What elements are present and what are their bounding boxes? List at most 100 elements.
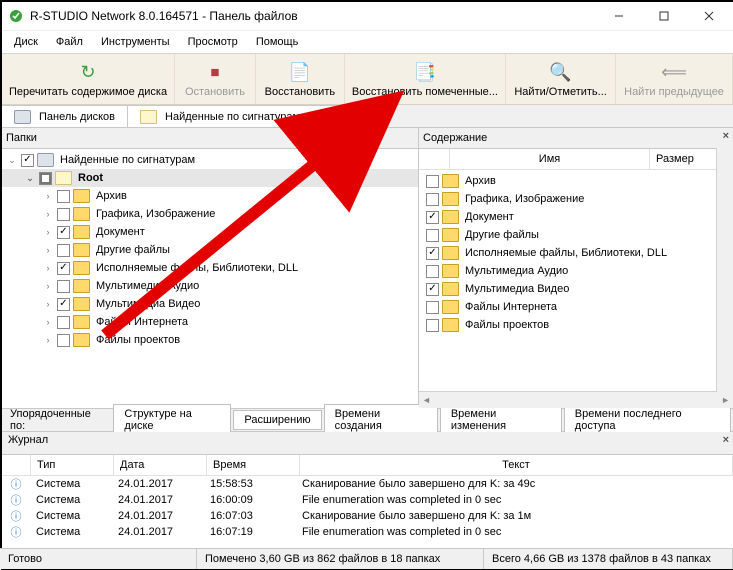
close-icon[interactable]: × — [723, 434, 729, 446]
checkbox[interactable] — [426, 319, 439, 332]
item-label: Мультимедиа Аудио — [463, 265, 568, 277]
sort-bar: Упорядоченные по:Структуре на дискеРасши… — [2, 408, 733, 432]
recover-icon: 📄 — [288, 60, 312, 84]
list-item[interactable]: Другие файлы — [419, 226, 733, 244]
close-icon[interactable]: × — [723, 130, 729, 142]
tree-node[interactable]: › Графика, Изображение — [2, 205, 418, 223]
toolbar-reread[interactable]: ↻Перечитать содержимое диска — [2, 54, 175, 104]
list-item[interactable]: Архив — [419, 172, 733, 190]
checkbox[interactable] — [57, 298, 70, 311]
list-item[interactable]: Документ — [419, 208, 733, 226]
menu-помощь[interactable]: Помощь — [248, 34, 307, 50]
expand-icon[interactable]: › — [42, 245, 54, 255]
item-label: Файлы проектов — [463, 319, 549, 331]
expand-icon[interactable]: ⌄ — [6, 155, 18, 166]
tree-node[interactable]: ›Исполняемые файлы, Библиотеки, DLL — [2, 259, 418, 277]
minimize-button[interactable] — [596, 2, 641, 30]
expand-icon[interactable]: › — [42, 263, 54, 273]
checkbox[interactable] — [57, 208, 70, 221]
checkbox[interactable] — [426, 265, 439, 278]
tree-node[interactable]: › Файлы Интернета — [2, 313, 418, 331]
list-item[interactable]: Исполняемые файлы, Библиотеки, DLL — [419, 244, 733, 262]
tab[interactable]: Панель дисков — [2, 105, 128, 127]
list-item[interactable]: Графика, Изображение — [419, 190, 733, 208]
content-columns: Имя Размер — [419, 149, 733, 170]
tree-node[interactable]: › Мультимедиа Видео — [2, 295, 418, 313]
toolbar-recover-marked[interactable]: 📑Восстановить помеченные... — [345, 54, 506, 104]
checkbox[interactable] — [426, 175, 439, 188]
tree-node[interactable]: › Другие файлы — [2, 241, 418, 259]
checkbox[interactable] — [39, 172, 52, 185]
checkbox[interactable] — [426, 229, 439, 242]
content-list[interactable]: Архив Графика, ИзображениеДокументДругие … — [419, 170, 733, 391]
checkbox[interactable] — [57, 334, 70, 347]
maximize-button[interactable] — [641, 2, 686, 30]
status-total: Всего 4,66 GB из 1378 файлов в 43 папках — [484, 549, 733, 569]
list-item[interactable]: Мультимедиа Аудио — [419, 262, 733, 280]
item-label: Файлы Интернета — [463, 301, 557, 313]
list-item[interactable]: Файлы проектов — [419, 316, 733, 334]
menu-диск[interactable]: Диск — [6, 34, 46, 50]
expand-icon[interactable]: › — [42, 317, 54, 327]
tree-node[interactable]: ›Архив — [2, 187, 418, 205]
folder-icon — [73, 225, 90, 239]
tree-node[interactable]: ⌄Найденные по сигнатурам — [2, 151, 418, 169]
checkbox[interactable] — [426, 283, 439, 296]
folder-icon — [140, 110, 157, 124]
checkbox[interactable] — [21, 154, 34, 167]
menu-файл[interactable]: Файл — [48, 34, 91, 50]
menu-просмотр[interactable]: Просмотр — [180, 34, 246, 50]
checkbox[interactable] — [57, 190, 70, 203]
tab-bar: Панель дисковНайденные по сигнатурам -> … — [2, 105, 733, 128]
expand-icon[interactable]: › — [42, 281, 54, 291]
menubar: ДискФайлИнструментыПросмотрПомощь — [2, 31, 733, 53]
checkbox[interactable] — [426, 301, 439, 314]
tree-label: Файлы проектов — [94, 334, 180, 346]
close-button[interactable] — [686, 2, 731, 30]
checkbox[interactable] — [57, 316, 70, 329]
checkbox[interactable] — [426, 247, 439, 260]
tree-label: Другие файлы — [94, 244, 170, 256]
toolbar-stop: ⏹Остановить — [175, 54, 256, 104]
scrollbar-horizontal[interactable]: ◄► — [419, 391, 733, 408]
col-name[interactable]: Имя — [450, 149, 650, 169]
scrollbar-vertical[interactable] — [716, 148, 733, 392]
find-prev-icon: ⟸ — [662, 60, 686, 84]
expand-icon[interactable]: ⌄ — [24, 173, 36, 184]
checkbox[interactable] — [426, 211, 439, 224]
expand-icon[interactable]: › — [42, 209, 54, 219]
tree-node[interactable]: ›Мультимедиа Аудио — [2, 277, 418, 295]
checkbox[interactable] — [57, 262, 70, 275]
tree-node[interactable]: ›Документ — [2, 223, 418, 241]
checkbox[interactable] — [426, 193, 439, 206]
folder-icon — [442, 318, 459, 332]
expand-icon[interactable]: › — [42, 227, 54, 237]
expand-icon[interactable]: › — [42, 335, 54, 345]
expand-icon[interactable]: › — [42, 191, 54, 201]
checkbox[interactable] — [57, 226, 70, 239]
tree-label: Графика, Изображение — [94, 208, 215, 220]
tree-label: Файлы Интернета — [94, 316, 188, 328]
folder-tree[interactable]: ⌄Найденные по сигнатурам⌄Root›Архив›Граф… — [2, 149, 418, 408]
checkbox[interactable] — [57, 280, 70, 293]
toolbar-recover[interactable]: 📄Восстановить — [256, 54, 345, 104]
tree-node[interactable]: › Файлы проектов — [2, 331, 418, 349]
folder-icon — [73, 243, 90, 257]
tab[interactable]: Найденные по сигнатурам -> K: — [128, 105, 340, 127]
folder-icon — [442, 192, 459, 206]
expand-icon[interactable]: › — [42, 299, 54, 309]
app-icon — [8, 8, 24, 24]
list-item[interactable]: Мультимедиа Видео — [419, 280, 733, 298]
tree-node[interactable]: ⌄ Root — [2, 169, 418, 187]
item-label: Архив — [463, 175, 496, 187]
toolbar-find[interactable]: 🔍Найти/Отметить... — [506, 54, 616, 104]
log-row: ⓘСистема24.01.201716:07:19File enumerati… — [2, 524, 733, 540]
tree-label: Мультимедиа Видео — [94, 298, 200, 310]
tree-label: Root — [76, 172, 103, 184]
log-rows: ⓘСистема24.01.201715:58:53Сканирование б… — [2, 476, 733, 540]
toolbar-find-prev: ⟸Найти предыдущее — [616, 54, 733, 104]
checkbox[interactable] — [57, 244, 70, 257]
menu-инструменты[interactable]: Инструменты — [93, 34, 178, 50]
sort-button[interactable]: Расширению — [233, 410, 321, 430]
list-item[interactable]: Файлы Интернета — [419, 298, 733, 316]
